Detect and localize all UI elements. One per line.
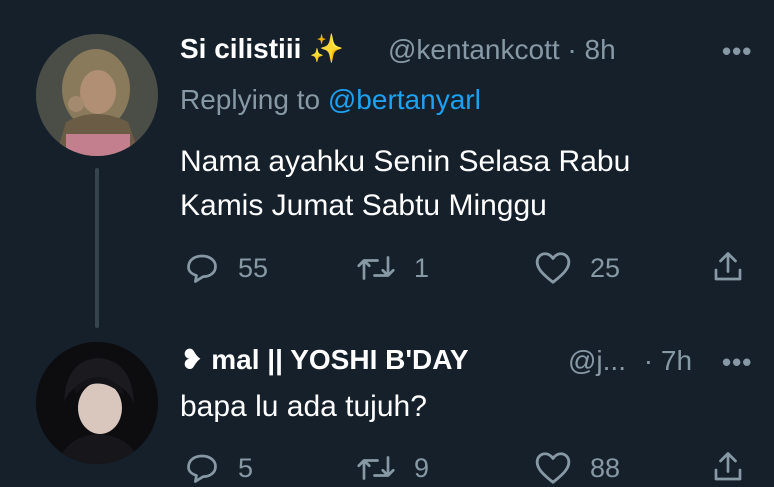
tweet-timestamp[interactable]: 7h (661, 345, 692, 376)
like-count: 88 (590, 452, 621, 483)
tweet[interactable]: ❥ mal || YOSHI B'DAY @j... · 7h ••• bapa… (0, 0, 774, 484)
retweet-count: 1 (414, 252, 430, 283)
more-options-icon[interactable]: ••• (722, 347, 752, 378)
share-button[interactable] (710, 248, 746, 286)
share-button[interactable] (710, 448, 746, 486)
display-name-text: mal || YOSHI B'DAY (211, 344, 469, 375)
reply-icon (187, 254, 217, 283)
reply-count: 5 (238, 452, 254, 483)
user-avatar[interactable] (36, 342, 158, 464)
retweet-icon (357, 256, 395, 280)
tweet-text-line: bapa lu ada tujuh? (180, 390, 427, 423)
retweet-count: 9 (414, 452, 430, 483)
heart-arrow-icon: ❥ (180, 344, 204, 375)
share-icon (714, 452, 742, 481)
reply-count: 55 (238, 252, 269, 283)
share-icon (714, 252, 742, 281)
display-name[interactable]: ❥ mal || YOSHI B'DAY (180, 343, 469, 376)
separator-dot: · (643, 345, 654, 376)
tweet-text-line: Kamis Jumat Sabtu Minggu (180, 189, 547, 222)
reply-icon (187, 454, 217, 483)
reply-button[interactable]: 5 (184, 450, 253, 486)
retweet-icon (357, 456, 395, 480)
reply-button[interactable]: 55 (184, 250, 268, 286)
avatar-photo (36, 342, 158, 464)
user-handle[interactable]: @j... (568, 345, 626, 376)
like-button[interactable]: 88 (534, 450, 620, 486)
tweet-meta: @j... · 7h (568, 345, 692, 377)
heart-icon (535, 252, 571, 284)
tweet-text: bapa lu ada tujuh? (180, 385, 427, 429)
thread-line (95, 168, 99, 328)
retweet-button[interactable]: 1 (356, 250, 429, 286)
heart-icon (535, 452, 571, 484)
like-count: 25 (590, 252, 621, 283)
retweet-button[interactable]: 9 (356, 450, 429, 486)
like-button[interactable]: 25 (534, 250, 620, 286)
